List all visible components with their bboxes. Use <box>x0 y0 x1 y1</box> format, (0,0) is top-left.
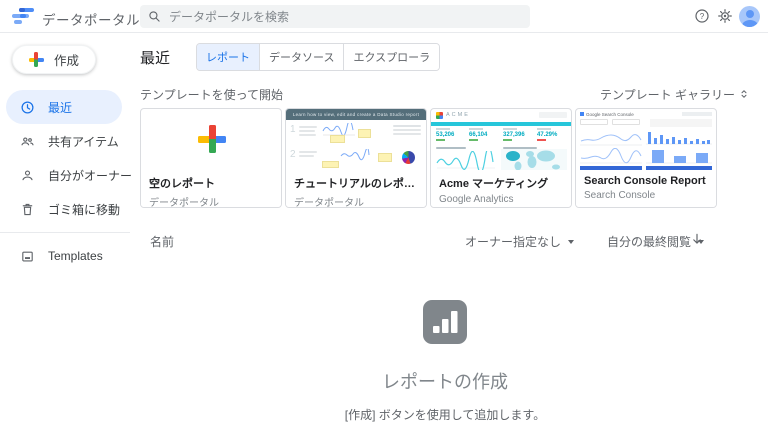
card-thumbnail: Google Search Console <box>576 109 716 172</box>
template-card-tutorial[interactable]: Learn how to view, edit and create a Dat… <box>285 108 427 208</box>
create-button-label: 作成 <box>53 54 79 68</box>
trash-icon <box>22 203 33 215</box>
clock-icon <box>21 100 34 114</box>
sidebar-item-label: 共有アイテム <box>48 134 119 149</box>
card-thumbnail: ACME 53,206 66,104 327,396 47.29% <box>431 109 571 172</box>
tab-reports[interactable]: レポート <box>197 44 260 70</box>
sort-direction-button[interactable] <box>690 232 704 246</box>
template-gallery-button[interactable]: テンプレート ギャラリー <box>600 86 750 103</box>
create-button[interactable]: 作成 <box>12 45 96 74</box>
sidebar-item-owned-by-me[interactable]: 自分がオーナー <box>0 158 133 192</box>
step-number: 1 <box>290 124 296 135</box>
sidebar: 作成 最近 共有アイテム 自分がオーナー ゴミ箱に移動 Templates <box>0 33 133 433</box>
template-card-search-console[interactable]: Google Search Console Search Console Rep… <box>575 108 717 208</box>
people-icon <box>21 136 34 145</box>
column-name: 名前 <box>150 235 175 249</box>
sidebar-divider <box>0 232 130 233</box>
owner-filter-dropdown[interactable]: オーナー指定なし <box>465 233 575 250</box>
tab-data-sources[interactable]: データソース <box>259 44 344 70</box>
search-console-logo-icon <box>580 112 584 116</box>
step-number: 2 <box>290 149 296 160</box>
page-title: 最近 <box>140 49 171 67</box>
acme-logo-icon <box>436 112 443 119</box>
help-button[interactable]: ? <box>694 8 710 24</box>
empty-state: レポートの作成 [作成] ボタンを使用して追加します。 <box>140 300 750 423</box>
person-icon <box>22 169 33 180</box>
template-cards: 空のレポート データポータル Learn how to view, edit a… <box>140 108 750 208</box>
world-map-decor <box>501 149 567 172</box>
kpi-value: 53,206 <box>436 131 455 138</box>
sidebar-nav: 最近 共有アイテム 自分がオーナー ゴミ箱に移動 Templates <box>0 90 133 273</box>
settings-button[interactable] <box>717 8 733 24</box>
svg-text:?: ? <box>700 12 705 21</box>
sidebar-item-shared[interactable]: 共有アイテム <box>0 124 130 158</box>
plus-icon <box>28 52 44 67</box>
report-list-header: 名前 オーナー指定なし 自分の最終閲覧 <box>140 232 750 250</box>
unfold-more-icon <box>741 90 747 98</box>
card-title: Search Console Report <box>584 175 706 187</box>
card-subtitle: データポータル <box>149 198 219 208</box>
sidebar-item-label: 自分がオーナー <box>48 168 133 183</box>
pie-chart-decor <box>402 151 415 164</box>
line-chart-decor <box>580 148 642 164</box>
card-title: Acme マーケティング <box>439 178 549 190</box>
card-thumbnail: Learn how to view, edit and create a Dat… <box>286 109 426 172</box>
empty-state-title: レポートの作成 <box>382 372 508 392</box>
kpi-value: 66,104 <box>469 131 488 138</box>
template-card-blank[interactable]: 空のレポート データポータル <box>140 108 282 208</box>
app-bar: データポータル ? <box>0 0 768 33</box>
sidebar-item-trash[interactable]: ゴミ箱に移動 <box>0 192 130 226</box>
kpi-value: 47.29% <box>537 131 558 138</box>
dropdown-caret-icon <box>568 240 575 244</box>
search-input[interactable] <box>169 9 522 24</box>
card-subtitle: データポータル <box>294 198 364 208</box>
card-subtitle: Google Analytics <box>439 194 514 205</box>
template-section-label: テンプレートを使って開始 <box>140 87 284 102</box>
empty-state-subtitle: [作成] ボタンを使用して追加します。 <box>344 408 546 422</box>
acme-brand-text: ACME <box>446 112 470 118</box>
sidebar-item-label: ゴミ箱に移動 <box>48 202 121 217</box>
line-chart-decor <box>580 134 642 146</box>
thumb-header-text: Learn how to view, edit and create a Dat… <box>286 109 426 120</box>
plus-icon <box>198 125 226 153</box>
line-chart-decor <box>436 151 495 171</box>
card-title: チュートリアルのレポート <box>294 178 418 190</box>
search-icon <box>149 11 160 22</box>
card-subtitle: Search Console <box>584 190 656 201</box>
app-title: データポータル <box>42 13 140 28</box>
bar-chart-decor <box>646 132 712 145</box>
asset-type-tabs: レポート データソース エクスプローラ <box>196 43 441 71</box>
search-bar[interactable] <box>140 5 530 28</box>
templates-icon <box>22 251 33 261</box>
card-title: 空のレポート <box>149 178 215 190</box>
main-content: 最近 レポート データソース エクスプローラ テンプレートを使って開始 テンプレ… <box>130 33 768 433</box>
sidebar-item-label: 最近 <box>48 100 73 115</box>
user-avatar[interactable] <box>739 6 760 27</box>
data-studio-logo-icon <box>12 8 36 25</box>
sidebar-item-recent[interactable]: 最近 <box>6 90 122 124</box>
template-gallery-label: テンプレート ギャラリー <box>600 87 735 102</box>
thumb-header-text: Google Search Console <box>586 111 634 117</box>
sidebar-item-templates[interactable]: Templates <box>0 239 130 273</box>
template-card-acme[interactable]: ACME 53,206 66,104 327,396 47.29% Acme マ… <box>430 108 572 208</box>
bar-chart-decor <box>646 150 712 164</box>
report-chart-icon <box>423 300 467 344</box>
line-chart-decor <box>340 149 370 161</box>
tab-explorer[interactable]: エクスプローラ <box>343 44 440 70</box>
sidebar-item-label: Templates <box>48 249 103 263</box>
kpi-value: 327,396 <box>503 131 525 138</box>
